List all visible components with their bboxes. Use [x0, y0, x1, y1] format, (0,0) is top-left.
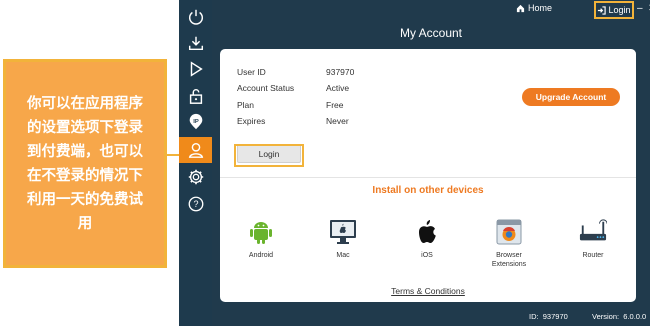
screenshot: 你可以在应用程序 的设置选项下登录 到付费端，也可以 在不登录的情况下 利用一天…	[0, 0, 650, 326]
sidebar-item-account[interactable]	[179, 137, 212, 163]
callout-line: 在不登录的情况下	[27, 167, 143, 184]
device-label: Android	[248, 252, 274, 259]
gear-icon	[188, 169, 204, 185]
device-ios[interactable]: iOS	[397, 218, 457, 260]
device-label: Router	[582, 252, 604, 259]
terms-label[interactable]: Terms & Conditions	[391, 286, 465, 296]
ip-icon: IP	[189, 113, 203, 130]
callout-text: 你可以在应用程序 的设置选项下登录 到付费端，也可以 在不登录的情况下 利用一天…	[27, 92, 143, 236]
account-status-label: Account Status	[237, 83, 295, 93]
help-icon-text: ?	[193, 199, 198, 209]
sign-in-icon	[598, 5, 607, 15]
account-card: User ID 937970 Account Status Active Pla…	[220, 49, 636, 302]
annotation-callout: 你可以在应用程序 的设置选项下登录 到付费端，也可以 在不登录的情况下 利用一天…	[3, 59, 167, 268]
account-status-value: Active	[326, 83, 350, 93]
expires-value: Never	[326, 116, 349, 126]
terms-link[interactable]: Terms & Conditions	[220, 286, 636, 296]
callout-line: 到付费端，也可以	[27, 143, 143, 160]
home-label: Home	[528, 3, 553, 13]
device-mac[interactable]: Mac	[313, 218, 373, 260]
sidebar-item-download[interactable]	[182, 30, 210, 56]
login-top-button[interactable]: Login	[594, 1, 634, 19]
play-icon	[190, 61, 203, 77]
ip-icon-text: IP	[193, 119, 199, 125]
callout-line: 的设置选项下登录	[27, 119, 143, 136]
download-icon	[188, 36, 204, 51]
minimize-button[interactable]: –	[637, 3, 643, 15]
footer-id: ID: 937970	[529, 312, 568, 321]
account-icon	[188, 142, 203, 158]
titlebar: Home Login – ✕	[212, 0, 650, 20]
plan-label: Plan	[237, 100, 255, 110]
sidebar-item-help[interactable]: ?	[182, 191, 210, 217]
footer-version-label: Version:	[592, 312, 620, 321]
user-id-label: User ID	[237, 67, 266, 77]
home-icon	[516, 4, 525, 12]
lock-icon	[189, 89, 203, 104]
apple-icon	[413, 218, 441, 246]
page-title: My Account	[399, 26, 463, 40]
callout-line: 利用一天的免费试	[27, 191, 143, 208]
install-title: Install on other devices	[372, 185, 484, 196]
footer-version-value: 6.0.0.0	[623, 312, 647, 321]
sidebar-item-lock[interactable]	[182, 83, 210, 109]
callout-line: 你可以在应用程序	[27, 95, 143, 112]
device-router[interactable]: Router	[563, 218, 623, 260]
device-browser[interactable]: Browser Extensions	[479, 218, 539, 269]
login-highlight-box	[234, 144, 304, 167]
home-link[interactable]: Home	[516, 3, 552, 13]
power-icon	[188, 9, 204, 25]
user-id-value: 937970	[326, 67, 355, 77]
browser-icon	[495, 218, 523, 246]
sidebar-item-settings[interactable]	[182, 164, 210, 190]
expires-label: Expires	[237, 116, 266, 126]
device-android[interactable]: Android	[231, 218, 291, 260]
android-icon	[247, 218, 275, 246]
device-label: Browser Extensions	[491, 252, 527, 268]
callout-line: 用	[77, 215, 93, 232]
footer-version: Version: 6.0.0.0	[592, 312, 646, 321]
device-label: iOS	[421, 252, 433, 259]
upgrade-account-button[interactable]: Upgrade Account	[522, 88, 620, 106]
sidebar-item-play[interactable]	[182, 56, 210, 82]
plan-value: Free	[326, 100, 344, 110]
footer-id-label: ID:	[529, 312, 539, 321]
card-divider	[220, 177, 636, 178]
device-label: Mac	[336, 252, 350, 259]
router-icon	[579, 218, 607, 246]
help-icon: ?	[188, 196, 204, 212]
sidebar-item-ip[interactable]: IP	[182, 109, 210, 135]
login-top-label: Login	[608, 5, 631, 15]
mac-icon	[329, 218, 357, 246]
sidebar: IP ?	[179, 0, 212, 326]
footer-id-value: 937970	[542, 312, 568, 321]
sidebar-item-power[interactable]	[182, 4, 210, 30]
